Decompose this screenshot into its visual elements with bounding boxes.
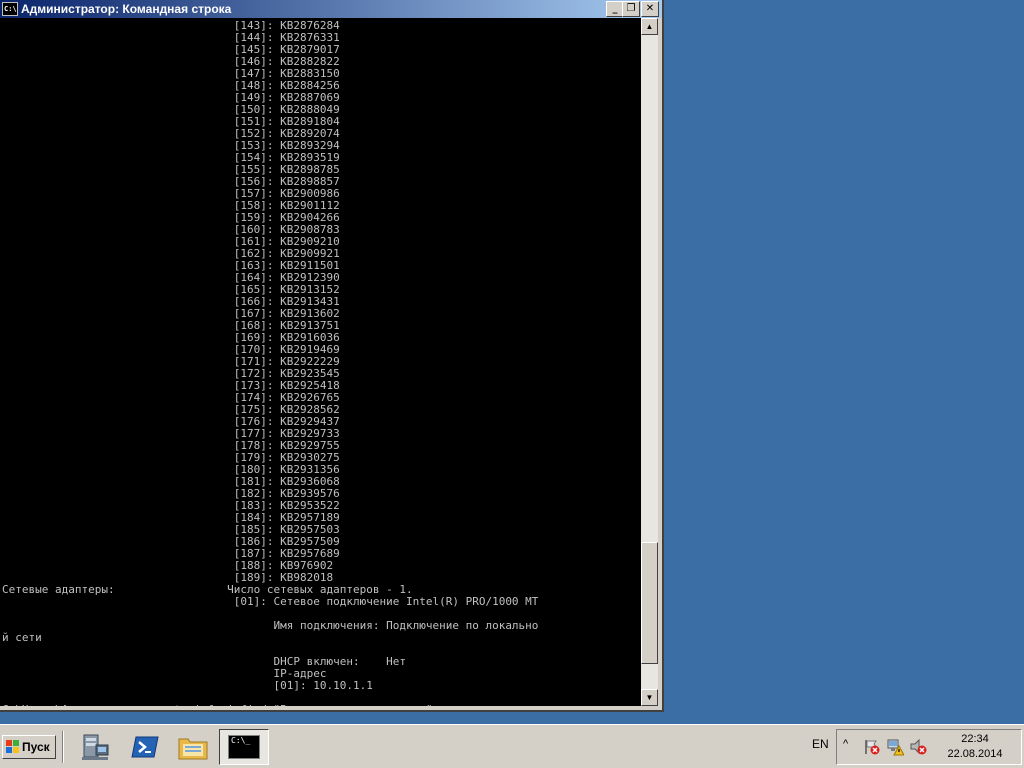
- action-center-flag-icon[interactable]: [863, 738, 881, 756]
- windows-logo-icon: [6, 740, 20, 754]
- vertical-scrollbar[interactable]: ▲ ▼: [641, 18, 658, 706]
- system-tray: ^ 22:34 22.08.2014: [836, 729, 1022, 765]
- maximize-button[interactable]: ❐: [622, 1, 640, 17]
- cmd-taskbar-icon: C:\_: [228, 735, 260, 759]
- start-label: Пуск: [22, 740, 50, 754]
- quick-launch-separator: [62, 731, 64, 763]
- taskbar: Пуск C:\_ EN ^ 22:34 22.08.2014: [0, 724, 1024, 768]
- window-title: Администратор: Командная строка: [21, 2, 232, 16]
- start-button[interactable]: Пуск: [2, 735, 56, 759]
- scroll-up-button[interactable]: ▲: [641, 18, 658, 35]
- clock-time[interactable]: 22:34: [945, 733, 1005, 745]
- console-output-area[interactable]: [143]: KB2876284 [144]: KB2876331 [145]:…: [0, 18, 641, 706]
- explorer-folder-icon[interactable]: [176, 731, 210, 763]
- console-window[interactable]: C:\ Администратор: Командная строка _ ❐ …: [0, 0, 664, 712]
- console-text: [143]: KB2876284 [144]: KB2876331 [145]:…: [2, 19, 539, 707]
- close-button[interactable]: ✕: [641, 1, 659, 17]
- scroll-thumb[interactable]: [641, 542, 658, 664]
- show-hidden-icons-chevron-icon[interactable]: ^: [843, 738, 848, 750]
- arrow-down-icon: ▼: [645, 693, 654, 702]
- volume-muted-icon[interactable]: [909, 738, 927, 756]
- taskbar-cmd-button[interactable]: C:\_: [219, 729, 269, 765]
- language-indicator[interactable]: EN: [812, 737, 829, 751]
- cmd-app-icon[interactable]: C:\: [2, 2, 18, 16]
- network-warning-icon[interactable]: [886, 738, 905, 756]
- server-manager-icon[interactable]: [78, 731, 112, 763]
- title-bar[interactable]: C:\ Администратор: Командная строка _ ❐ …: [0, 0, 662, 18]
- scroll-down-button[interactable]: ▼: [641, 689, 658, 706]
- arrow-up-icon: ▲: [645, 22, 654, 31]
- clock-date[interactable]: 22.08.2014: [937, 748, 1013, 760]
- powershell-icon[interactable]: [128, 731, 162, 763]
